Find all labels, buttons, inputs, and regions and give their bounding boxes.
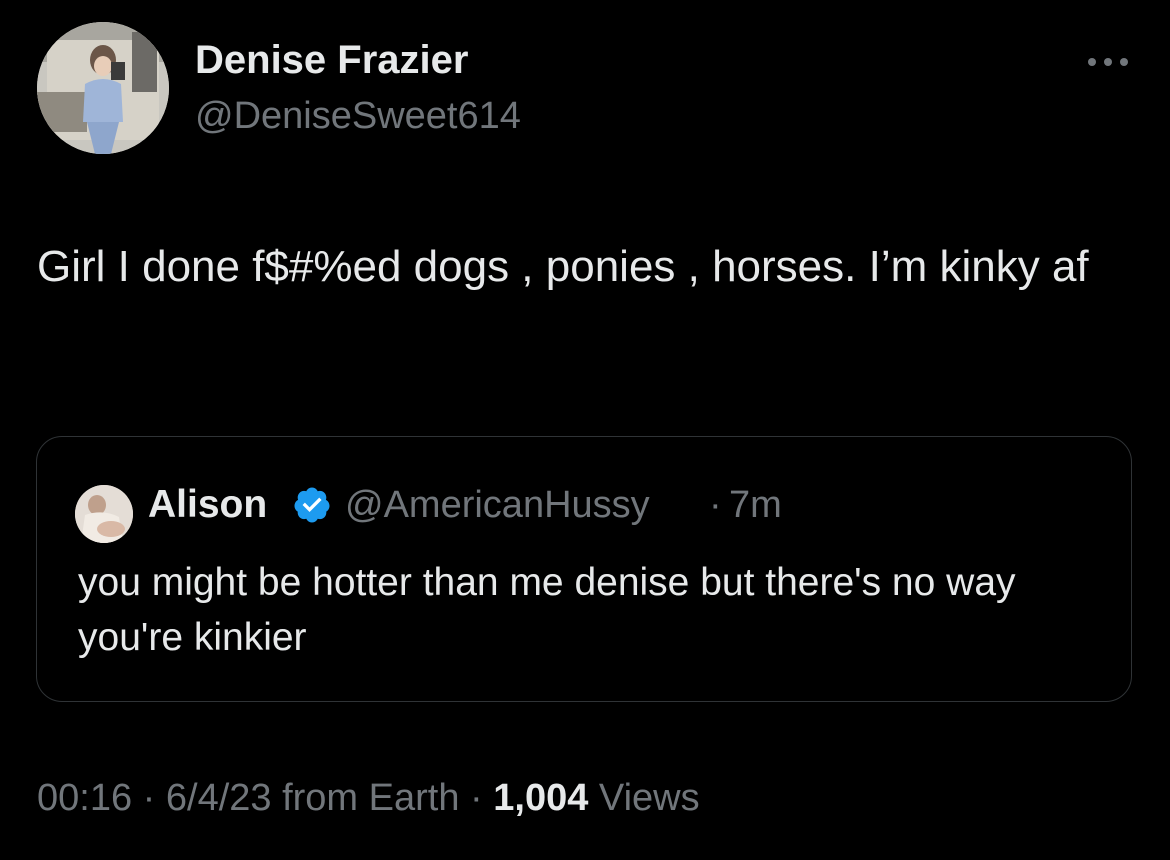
quoted-author-avatar[interactable]: [75, 485, 133, 543]
avatar-photo: [37, 22, 169, 154]
tweet-metadata: 00:16 · 6/4/23 from Earth · 1,004 Views: [37, 777, 700, 820]
author-display-name[interactable]: Denise Frazier: [195, 38, 468, 83]
author-avatar[interactable]: [37, 22, 169, 154]
quoted-author-handle[interactable]: @AmericanHussy: [345, 484, 650, 527]
tweet-source: from Earth: [271, 777, 460, 819]
tweet-time[interactable]: 00:16: [37, 777, 132, 819]
views-count[interactable]: 1,004: [493, 777, 588, 819]
meta-separator: ·: [459, 777, 494, 819]
tweet: Denise Frazier @DeniseSweet614 Girl I do…: [0, 0, 1170, 860]
quoted-author-display-name[interactable]: Alison: [148, 483, 267, 527]
quoted-avatar-photo: [75, 485, 133, 543]
author-handle[interactable]: @DeniseSweet614: [195, 95, 521, 138]
meta-separator: ·: [132, 777, 166, 819]
views-label[interactable]: Views: [588, 777, 700, 819]
tweet-text: Girl I done f$#%ed dogs , ponies , horse…: [37, 242, 1089, 291]
more-horizontal-icon[interactable]: [1084, 50, 1132, 74]
quoted-tweet[interactable]: Alison @AmericanHussy · 7m you might be …: [36, 436, 1132, 702]
quoted-timestamp[interactable]: 7m: [729, 484, 782, 527]
tweet-date[interactable]: 6/4/23: [166, 777, 272, 819]
verified-badge-icon: [292, 485, 332, 525]
quoted-tweet-text: you might be hotter than me denise but t…: [78, 561, 1016, 659]
quoted-separator: ·: [709, 484, 722, 526]
